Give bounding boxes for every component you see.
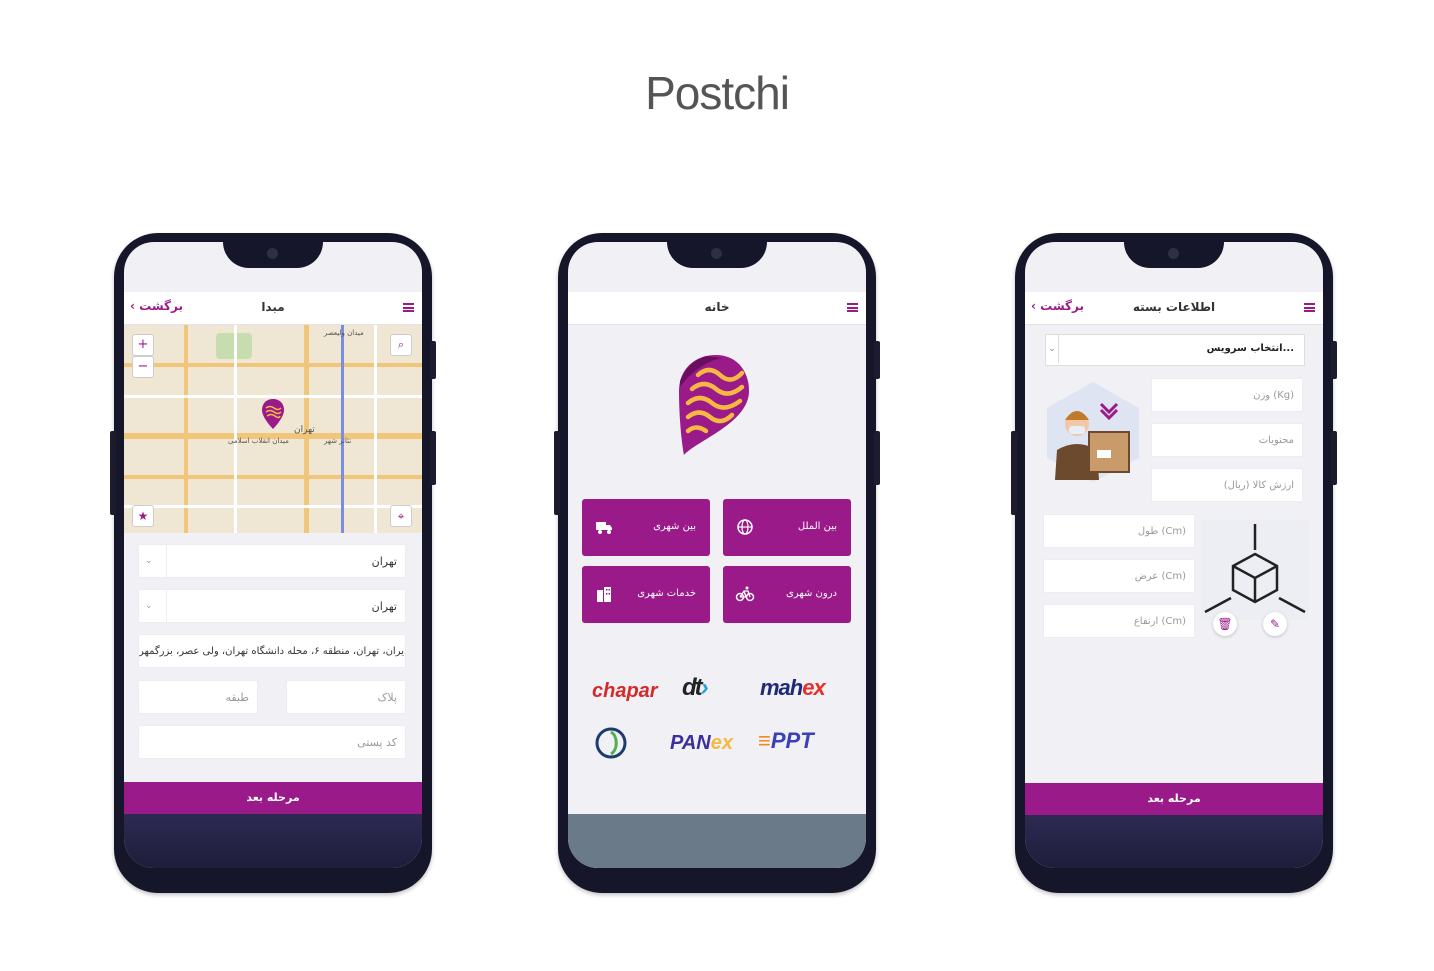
screen-title: خانه bbox=[704, 300, 730, 314]
location-pin-icon bbox=[262, 399, 284, 429]
phone-home: خانه بین الملل بین شهری درون شهری خدمات … bbox=[554, 233, 880, 893]
tile-label: درون شهری bbox=[786, 588, 837, 599]
bottom-bar bbox=[124, 814, 422, 868]
side-button bbox=[430, 431, 436, 485]
screen-title: اطلاعات بسته bbox=[1132, 300, 1216, 314]
camera bbox=[711, 248, 722, 259]
camera bbox=[267, 248, 278, 259]
map-road bbox=[124, 505, 422, 508]
zoom-in-button[interactable]: + bbox=[132, 334, 154, 356]
mahex-logo: mahex bbox=[760, 675, 826, 700]
chevron-down-icon: ⌄ bbox=[145, 601, 153, 611]
weight-input[interactable]: وزن (Kg) bbox=[1151, 378, 1303, 412]
phone-origin: ‹ برگشت مبدا میدان ولیعصر میدان انقلاب ا… bbox=[110, 233, 436, 893]
notch bbox=[1124, 242, 1224, 268]
power-button bbox=[1331, 341, 1337, 379]
phone-package: ‹ برگشت اطلاعات بسته ⌄ انتخاب سرویس... و… bbox=[1011, 233, 1337, 893]
tile-label: خدمات شهری bbox=[637, 588, 696, 599]
side-button bbox=[874, 431, 880, 485]
map-road bbox=[184, 325, 188, 533]
volume-button bbox=[1011, 431, 1017, 515]
goods-value-input[interactable]: ارزش کالا (ریال) bbox=[1151, 468, 1303, 502]
map-road bbox=[124, 363, 422, 367]
length-input[interactable]: طول (Cm) bbox=[1043, 514, 1195, 548]
ppt-logo: ≡PPT bbox=[758, 728, 814, 753]
camera bbox=[1168, 248, 1179, 259]
map-label: تئاتر شهر bbox=[324, 437, 352, 445]
notch bbox=[667, 242, 767, 268]
volume-button bbox=[554, 431, 560, 515]
chapar-logo: chapar bbox=[592, 680, 658, 702]
bicycle-icon bbox=[735, 586, 755, 602]
map-view[interactable]: میدان ولیعصر میدان انقلاب اسلامی تئاتر ش… bbox=[124, 325, 422, 533]
province-value: تهران bbox=[371, 555, 397, 568]
zoom-out-button[interactable]: − bbox=[132, 356, 154, 378]
address-input[interactable]: ایران، تهران، منطقه ۶، محله دانشگاه تهرا… bbox=[138, 634, 406, 668]
tile-label: بین الملل bbox=[797, 521, 837, 532]
floor-input[interactable]: طبقه bbox=[138, 680, 258, 714]
postchi-logo bbox=[679, 355, 749, 455]
map-road bbox=[374, 325, 377, 533]
side-button bbox=[1331, 431, 1337, 485]
map-road bbox=[234, 325, 237, 533]
service-select[interactable]: ⌄ انتخاب سرویس... bbox=[1045, 334, 1305, 366]
map-label: میدان انقلاب اسلامی bbox=[228, 437, 289, 445]
map-road bbox=[124, 475, 422, 479]
search-icon[interactable]: ⌕ bbox=[390, 334, 412, 356]
postal-code-input[interactable]: کد پستی bbox=[138, 725, 406, 759]
city-services-tile[interactable]: خدمات شهری bbox=[582, 566, 710, 623]
international-tile[interactable]: بین الملل bbox=[723, 499, 851, 556]
height-input[interactable]: ارتفاع (Cm) bbox=[1043, 604, 1195, 638]
contents-input[interactable]: محتویات bbox=[1151, 423, 1303, 457]
star-icon[interactable]: ★ bbox=[132, 505, 154, 527]
app-bar: ‹ برگشت اطلاعات بسته bbox=[1025, 292, 1323, 325]
chevron-down-icon: ⌄ bbox=[1046, 335, 1059, 363]
box-dimensions-illustration bbox=[1201, 520, 1309, 620]
screen-package: ‹ برگشت اطلاعات بسته ⌄ انتخاب سرویس... و… bbox=[1025, 242, 1323, 868]
intercity-tile[interactable]: بین شهری bbox=[582, 499, 710, 556]
power-button bbox=[430, 341, 436, 379]
building-icon bbox=[597, 587, 611, 602]
menu-icon[interactable] bbox=[847, 303, 858, 312]
post-logo bbox=[595, 727, 627, 759]
map-metro-line bbox=[341, 325, 344, 533]
edit-icon[interactable]: ✎ bbox=[1263, 612, 1287, 636]
bottom-bar bbox=[1025, 815, 1323, 868]
bottom-bar bbox=[568, 814, 866, 868]
menu-icon[interactable] bbox=[403, 303, 414, 312]
truck-icon bbox=[596, 522, 612, 534]
courier-illustration bbox=[1047, 382, 1139, 482]
service-placeholder: انتخاب سرویس... bbox=[1206, 343, 1294, 354]
locate-icon[interactable]: ⌖ bbox=[390, 505, 412, 527]
width-input[interactable]: عرض (Cm) bbox=[1043, 559, 1195, 593]
dt-logo: dt› bbox=[682, 674, 709, 701]
plaque-input[interactable]: پلاک bbox=[286, 680, 406, 714]
app-bar: ‹ برگشت مبدا bbox=[124, 292, 422, 325]
city-value: تهران bbox=[371, 600, 397, 613]
intracity-tile[interactable]: درون شهری bbox=[723, 566, 851, 623]
screen-title: مبدا bbox=[261, 300, 285, 314]
map-label: میدان ولیعصر bbox=[324, 329, 364, 337]
page-title: Postchi bbox=[645, 67, 790, 119]
globe-icon bbox=[737, 519, 753, 535]
map-label: تهران bbox=[294, 425, 315, 435]
chevron-down-icon: ⌄ bbox=[145, 556, 153, 566]
city-select[interactable]: ⌄ تهران bbox=[138, 589, 406, 623]
province-select[interactable]: ⌄ تهران bbox=[138, 544, 406, 578]
trash-icon[interactable]: 🗑 bbox=[1213, 612, 1237, 636]
menu-icon[interactable] bbox=[1304, 303, 1315, 312]
next-step-button[interactable]: مرحله بعد bbox=[1025, 783, 1323, 815]
notch bbox=[223, 242, 323, 268]
next-step-button[interactable]: مرحله بعد bbox=[124, 782, 422, 814]
volume-button bbox=[110, 431, 116, 515]
power-button bbox=[874, 341, 880, 379]
tile-label: بین شهری bbox=[653, 521, 696, 532]
screen-home: خانه بین الملل بین شهری درون شهری خدمات … bbox=[568, 242, 866, 868]
panex-logo: PANex bbox=[670, 732, 733, 754]
screen-origin: ‹ برگشت مبدا میدان ولیعصر میدان انقلاب ا… bbox=[124, 242, 422, 868]
app-bar: خانه bbox=[568, 292, 866, 325]
